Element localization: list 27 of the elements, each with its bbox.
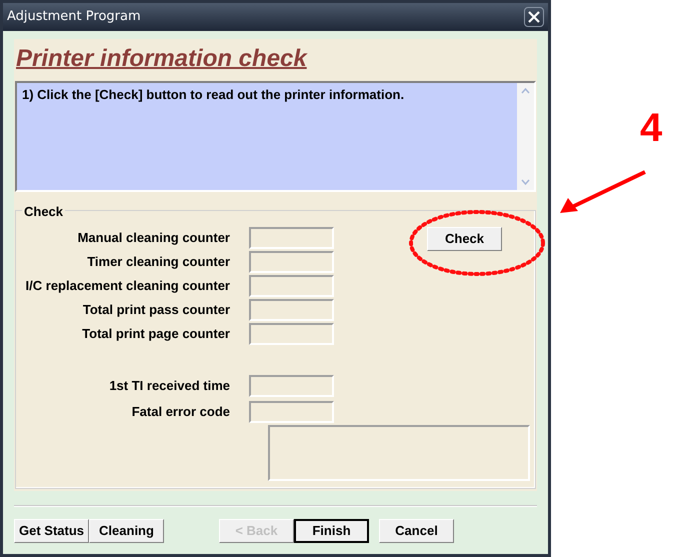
instructions-text: 1) Click the [Check] button to read out the printer information.	[21, 86, 406, 104]
counter-label: Timer cleaning counter	[86, 253, 231, 272]
counter-label: Manual cleaning counter	[76, 229, 231, 248]
counter-label: I/C replacement cleaning counter	[24, 277, 231, 296]
close-button[interactable]	[524, 7, 544, 27]
counter-label: Total print pass counter	[82, 301, 231, 320]
counter-field[interactable]	[249, 251, 334, 273]
detail-label: Fatal error code	[130, 403, 231, 422]
arrow-icon	[558, 170, 648, 216]
scrollbar[interactable]	[517, 83, 534, 190]
counter-field[interactable]	[249, 375, 334, 397]
check-button[interactable]: Check	[427, 227, 502, 251]
counter-field[interactable]	[249, 299, 334, 321]
counter-field[interactable]	[249, 323, 334, 345]
counter-field[interactable]	[249, 401, 334, 423]
page-heading: Printer information check	[16, 45, 307, 72]
close-icon	[528, 11, 540, 23]
dialog-button[interactable]: Cleaning	[89, 519, 164, 543]
counter-label: Total print page counter	[81, 325, 231, 344]
step-number: 4	[640, 108, 662, 148]
dialog-button[interactable]: Finish	[294, 519, 369, 543]
dialog-button[interactable]: Cancel	[379, 519, 454, 543]
counter-field[interactable]	[249, 275, 334, 297]
dialog-button[interactable]: Get Status	[14, 519, 89, 543]
detail-label: 1st TI received time	[108, 377, 231, 396]
window-title: Adjustment Program	[7, 8, 141, 26]
counter-field[interactable]	[249, 227, 334, 249]
